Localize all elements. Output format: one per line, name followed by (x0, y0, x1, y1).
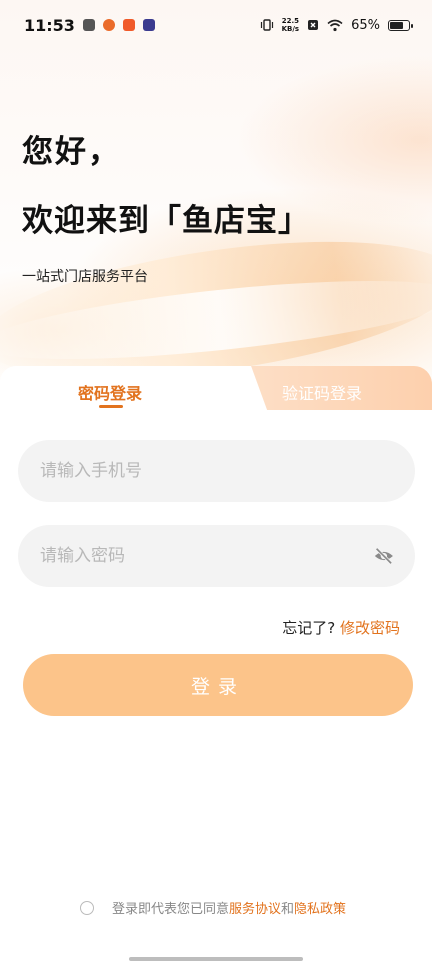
status-bar: 11:53 22.5 KB/s 65% (0, 0, 432, 50)
forgot-password: 忘记了? 修改密码 (282, 617, 400, 638)
home-indicator[interactable] (129, 957, 303, 961)
password-input[interactable] (38, 545, 366, 567)
subtitle: 一站式门店服务平台 (22, 269, 148, 285)
network-speed-unit: KB/s (281, 25, 300, 33)
tab-password-login[interactable]: 密码登录 (78, 380, 142, 404)
network-speed-value: 22.5 (281, 17, 299, 25)
vibrate-icon (260, 19, 273, 31)
phone-input[interactable] (38, 460, 395, 482)
wifi-icon (327, 19, 343, 31)
phone-field (18, 440, 415, 502)
agreement-checkbox[interactable] (80, 900, 94, 915)
forgot-prefix: 忘记了? (282, 619, 336, 637)
battery-percent: 65% (351, 17, 380, 33)
app-notification-icon (102, 19, 115, 31)
status-time: 11:53 (24, 15, 75, 35)
terms-link[interactable]: 服务协议 (229, 898, 281, 917)
agreement-and: 和 (281, 902, 295, 917)
agreement-prefix: 登录即代表您已同意 (112, 902, 230, 917)
eye-off-icon[interactable] (373, 546, 395, 566)
no-sim-icon (308, 20, 319, 30)
network-speed: 22.5 KB/s (282, 17, 299, 33)
hero-background (0, 0, 432, 380)
greeting-text: 您好， (22, 134, 121, 170)
active-tab-indicator (99, 405, 123, 408)
welcome-title: 欢迎来到「鱼店宝」 (22, 203, 310, 239)
app-notification-icon (122, 19, 135, 31)
login-button[interactable]: 登录 (23, 654, 413, 716)
app-notification-icon (82, 19, 95, 31)
privacy-link[interactable]: 隐私政策 (294, 898, 346, 917)
tab-code-login[interactable]: 验证码登录 (282, 380, 362, 404)
app-notification-icon (142, 19, 155, 31)
change-password-link[interactable]: 修改密码 (340, 619, 400, 637)
password-field (18, 525, 415, 587)
battery-icon (388, 19, 413, 31)
agreement-row: 登录即代表您已同意 服务协议 和 隐私政策 (80, 898, 346, 917)
